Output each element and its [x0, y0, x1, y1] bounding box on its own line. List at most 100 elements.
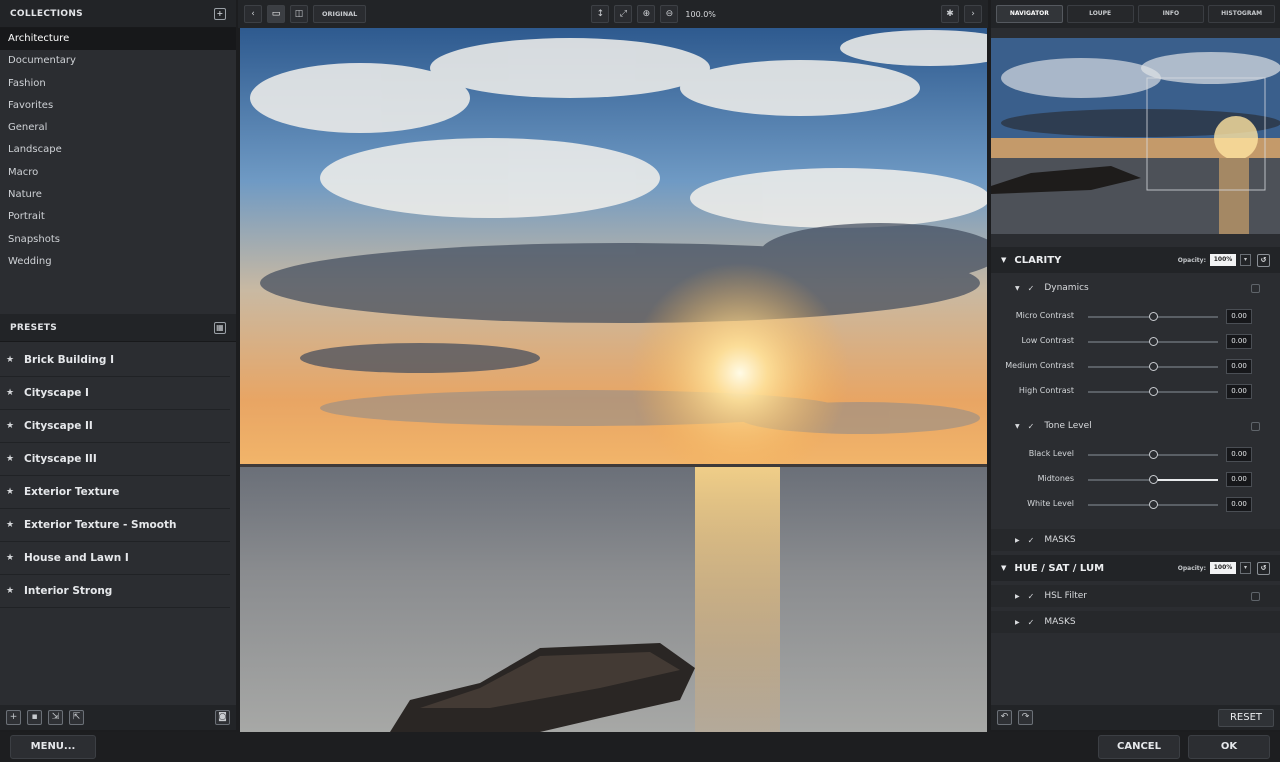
slider-knob[interactable]: [1148, 475, 1158, 484]
visibility-icon[interactable]: [1251, 421, 1260, 431]
tab-histogram[interactable]: HISTOGRAM: [1208, 5, 1275, 23]
collapse-triangle-icon[interactable]: ▼: [1001, 564, 1006, 572]
zoom-in-icon[interactable]: ⊕: [637, 5, 656, 23]
clarity-header[interactable]: ▼ CLARITY Opacity: 100% ▾ ↺: [991, 247, 1280, 273]
split-view-icon[interactable]: ◫: [290, 5, 308, 23]
collection-item[interactable]: Wedding: [0, 251, 236, 273]
midtones-slider[interactable]: Midtones 0.00: [991, 468, 1280, 492]
slider-knob[interactable]: [1148, 337, 1158, 346]
collection-item[interactable]: Favorites: [0, 95, 236, 117]
reset-section-icon[interactable]: ↺: [1257, 253, 1270, 267]
opacity-dropdown-icon[interactable]: ▾: [1240, 254, 1251, 266]
preset-item[interactable]: ★ Brick Building I: [0, 344, 230, 377]
opacity-value[interactable]: 100%: [1210, 562, 1236, 574]
slider-track[interactable]: [1088, 387, 1218, 396]
collection-item[interactable]: Architecture: [0, 28, 236, 51]
grid-view-icon[interactable]: ▦: [214, 321, 226, 334]
add-collection-icon[interactable]: +: [214, 7, 226, 20]
slider-knob[interactable]: [1148, 362, 1158, 371]
preset-item[interactable]: ★ Cityscape III: [0, 443, 230, 476]
visibility-icon[interactable]: [1251, 283, 1260, 293]
original-button[interactable]: ORIGINAL: [313, 5, 367, 23]
reset-section-icon[interactable]: ↺: [1257, 561, 1270, 575]
dynamics-group[interactable]: ▼ ✓ Dynamics: [991, 277, 1280, 299]
settings-icon[interactable]: ✱: [941, 5, 959, 23]
undo-icon[interactable]: ↶: [997, 710, 1012, 725]
export-icon[interactable]: ⇱: [69, 710, 84, 725]
ok-button[interactable]: OK: [1188, 735, 1270, 759]
checkmark-icon[interactable]: ✓: [1028, 536, 1035, 545]
visibility-icon[interactable]: [1251, 591, 1260, 601]
slider-value[interactable]: 0.00: [1226, 309, 1252, 324]
image-viewer[interactable]: [240, 28, 987, 732]
slider-track[interactable]: [1088, 450, 1218, 459]
collection-item[interactable]: Snapshots: [0, 229, 236, 251]
preset-item[interactable]: ★ Interior Strong: [0, 575, 230, 608]
preset-item[interactable]: ★ House and Lawn I: [0, 542, 230, 575]
single-view-icon[interactable]: ▭: [267, 5, 285, 23]
expand-triangle-icon[interactable]: ▶: [1015, 537, 1020, 544]
collection-item[interactable]: Nature: [0, 184, 236, 206]
expand-triangle-icon[interactable]: ▶: [1015, 593, 1020, 600]
collection-item[interactable]: Portrait: [0, 206, 236, 228]
white-level-slider[interactable]: White Level 0.00: [991, 493, 1280, 517]
slider-value[interactable]: 0.00: [1226, 384, 1252, 399]
black-level-slider[interactable]: Black Level 0.00: [991, 443, 1280, 467]
tone-level-group[interactable]: ▼ ✓ Tone Level: [991, 415, 1280, 437]
hsl-masks-group[interactable]: ▶ ✓ MASKS: [991, 611, 1280, 633]
trash-icon[interactable]: ▪: [27, 710, 42, 725]
preset-item[interactable]: ★ Cityscape I: [0, 377, 230, 410]
tab-loupe[interactable]: LOUPE: [1066, 5, 1134, 23]
preset-item[interactable]: ★ Exterior Texture - Smooth: [0, 509, 230, 542]
checkmark-icon[interactable]: ✓: [1028, 284, 1035, 293]
collection-item[interactable]: Macro: [0, 162, 236, 184]
collection-item[interactable]: Fashion: [0, 73, 236, 95]
checkmark-icon[interactable]: ✓: [1028, 592, 1035, 601]
low-contrast-slider[interactable]: Low Contrast 0.00: [991, 330, 1280, 354]
slider-knob[interactable]: [1148, 500, 1158, 509]
collection-item[interactable]: Landscape: [0, 139, 236, 161]
cancel-button[interactable]: CANCEL: [1098, 735, 1180, 759]
clarity-masks-group[interactable]: ▶ ✓ MASKS: [991, 529, 1280, 551]
add-icon[interactable]: +: [6, 710, 21, 725]
preset-item[interactable]: ★ Exterior Texture: [0, 476, 230, 509]
collapse-right-icon[interactable]: ›: [964, 5, 982, 23]
slider-knob[interactable]: [1148, 450, 1158, 459]
slider-track[interactable]: [1088, 500, 1218, 509]
fit-screen-icon[interactable]: ⤢: [614, 5, 633, 23]
collection-item[interactable]: General: [0, 117, 236, 139]
collection-item[interactable]: Documentary: [0, 50, 236, 72]
redo-icon[interactable]: ↷: [1018, 710, 1033, 725]
compare-icon[interactable]: ↕: [591, 5, 610, 23]
camera-icon[interactable]: ◙: [215, 710, 230, 725]
slider-knob[interactable]: [1148, 387, 1158, 396]
slider-value[interactable]: 0.00: [1226, 334, 1252, 349]
opacity-value[interactable]: 100%: [1210, 254, 1236, 266]
slider-value[interactable]: 0.00: [1226, 359, 1252, 374]
collapse-left-icon[interactable]: ‹: [244, 5, 262, 23]
micro-contrast-slider[interactable]: Micro Contrast 0.00: [991, 305, 1280, 329]
slider-value[interactable]: 0.00: [1226, 447, 1252, 462]
collapse-triangle-icon[interactable]: ▼: [1015, 423, 1020, 430]
tab-navigator[interactable]: NAVIGATOR: [996, 5, 1063, 23]
tab-info[interactable]: INFO: [1137, 5, 1205, 23]
medium-contrast-slider[interactable]: Medium Contrast 0.00: [991, 355, 1280, 379]
checkmark-icon[interactable]: ✓: [1028, 618, 1035, 627]
slider-track[interactable]: [1088, 362, 1218, 371]
hsl-header[interactable]: ▼ HUE / SAT / LUM Opacity: 100% ▾ ↺: [991, 555, 1280, 581]
menu-button[interactable]: MENU...: [10, 735, 96, 759]
hsl-filter-group[interactable]: ▶ ✓ HSL Filter: [991, 585, 1280, 607]
slider-track[interactable]: [1088, 337, 1218, 346]
slider-track[interactable]: [1088, 312, 1218, 321]
zoom-out-icon[interactable]: ⊖: [660, 5, 679, 23]
slider-value[interactable]: 0.00: [1226, 472, 1252, 487]
reset-button[interactable]: RESET: [1218, 708, 1274, 727]
slider-value[interactable]: 0.00: [1226, 497, 1252, 512]
navigator-preview[interactable]: [991, 38, 1280, 234]
collapse-triangle-icon[interactable]: ▼: [1015, 285, 1020, 292]
preset-item[interactable]: ★ Cityscape II: [0, 410, 230, 443]
expand-triangle-icon[interactable]: ▶: [1015, 619, 1020, 626]
slider-track[interactable]: [1088, 475, 1218, 484]
slider-knob[interactable]: [1148, 312, 1158, 321]
checkmark-icon[interactable]: ✓: [1028, 422, 1035, 431]
